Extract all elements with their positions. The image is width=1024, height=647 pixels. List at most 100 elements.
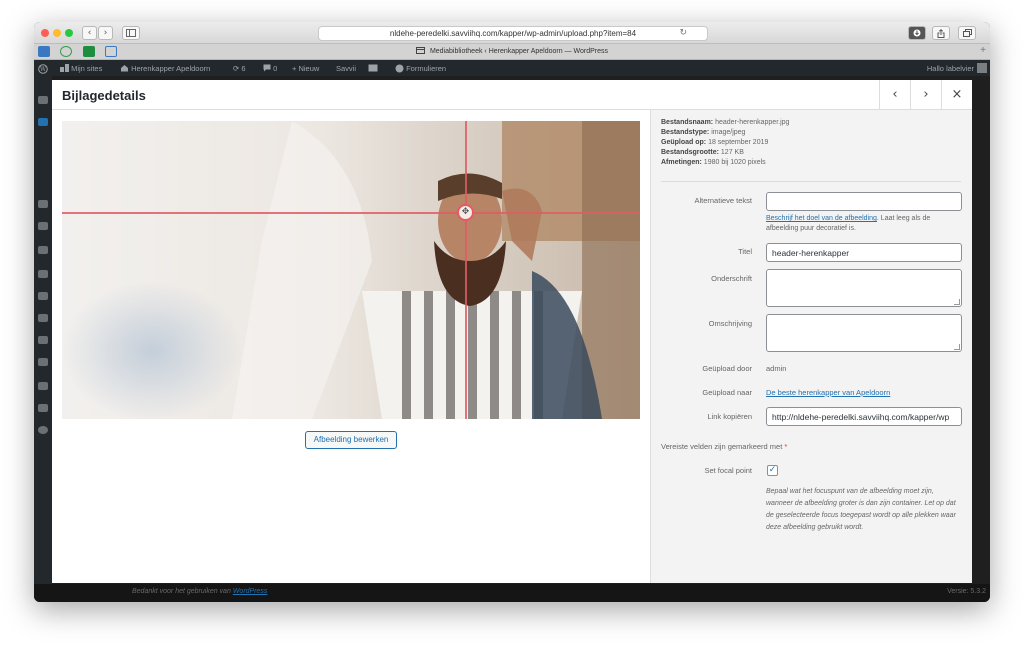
- focal-point-label: Set focal point: [704, 466, 752, 475]
- required-fields-note: Vereiste velden zijn gemarkeerd met *: [661, 442, 788, 451]
- description-field[interactable]: [766, 314, 962, 352]
- comment-icon: [263, 64, 271, 72]
- modal-header: Bijlagedetails ‹ › ×: [52, 80, 972, 110]
- new-tab-button[interactable]: +: [980, 45, 986, 56]
- svg-text:W: W: [40, 66, 47, 73]
- appearance-icon[interactable]: [38, 246, 48, 254]
- zoom-window-button[interactable]: [65, 29, 73, 37]
- minimize-window-button[interactable]: [53, 29, 61, 37]
- focal-point-handle[interactable]: ✥: [457, 204, 474, 221]
- sidebar-toggle-icon[interactable]: [122, 26, 140, 40]
- dashboard-icon[interactable]: [38, 96, 48, 104]
- required-star: *: [784, 442, 788, 451]
- caption-label: Onderschrift: [711, 274, 752, 283]
- focal-vertical-line: [465, 121, 467, 419]
- footer-version: Versie: 5.3.2: [947, 588, 986, 595]
- wordpress-logo-icon[interactable]: W: [38, 64, 48, 76]
- tab-bar: Mediabibliotheek ‹ Herenkapper Apeldoorn…: [34, 44, 990, 60]
- footer-wordpress-link[interactable]: WordPress: [233, 588, 268, 595]
- tab-favicon-icon: [415, 47, 425, 54]
- account-greeting[interactable]: Hallo labelvier: [927, 64, 974, 73]
- resize-grip-icon[interactable]: [954, 299, 960, 305]
- copy-link-field[interactable]: http://nldehe-peredelki.savviihq.com/kap…: [766, 407, 962, 426]
- uploaded-to-link[interactable]: De beste herenkapper van Apeldoorn: [766, 388, 890, 397]
- filetype-row: Bestandstype: image/jpeg: [661, 129, 746, 136]
- forms-label: Formulieren: [406, 64, 447, 73]
- modal-title: Bijlagedetails: [62, 88, 146, 103]
- back-button[interactable]: ‹: [82, 26, 97, 40]
- pages-icon[interactable]: [38, 200, 48, 208]
- forward-button[interactable]: ›: [98, 26, 113, 40]
- resize-grip-icon[interactable]: [954, 344, 960, 350]
- updates-link[interactable]: ⟳ 6: [233, 64, 246, 73]
- focal-point-description: Bepaal wat het focuspunt van de afbeeldi…: [766, 488, 956, 531]
- wp-footer: Bedankt voor het gebruiken van WordPress…: [34, 584, 990, 602]
- sites-icon: [60, 64, 69, 72]
- media-icon[interactable]: [38, 118, 48, 126]
- address-bar[interactable]: nldehe-peredelki.savviihq.com/kapper/wp-…: [318, 26, 708, 41]
- grid-icon[interactable]: [38, 358, 48, 366]
- alt-text-help: Beschrijf het doel van de afbeelding. La…: [766, 215, 931, 232]
- share-icon[interactable]: [932, 26, 950, 40]
- filename-row: Bestandsnaam: header-herenkapper.jpg: [661, 119, 790, 126]
- attachment-image[interactable]: ✥: [62, 121, 640, 419]
- uploaded-by-label: Geüpload door: [702, 364, 752, 373]
- next-attachment-button[interactable]: ›: [910, 80, 941, 110]
- collapse-menu-icon[interactable]: [38, 426, 48, 434]
- uploaded-to-label: Geüpload naar: [702, 388, 752, 397]
- active-tab[interactable]: Mediabibliotheek ‹ Herenkapper Apeldoorn…: [34, 47, 990, 55]
- forms-link[interactable]: Formulieren: [395, 64, 446, 73]
- tabs-overview-icon[interactable]: [958, 26, 976, 40]
- site-name-label: Herenkapper Apeldoorn: [131, 64, 211, 73]
- users-icon[interactable]: [38, 292, 48, 300]
- updates-count: 6: [241, 64, 246, 73]
- tab-title: Mediabibliotheek ‹ Herenkapper Apeldoorn…: [429, 48, 609, 55]
- url-text: nldehe-peredelki.savviihq.com/kapper/wp-…: [389, 29, 637, 38]
- forms-menu-icon[interactable]: [38, 382, 48, 390]
- comments-link[interactable]: 0: [263, 64, 277, 73]
- divider: [661, 181, 961, 182]
- download-icon[interactable]: [908, 26, 926, 40]
- settings-icon[interactable]: [38, 336, 48, 344]
- new-content-link[interactable]: + Nieuw: [292, 64, 319, 73]
- alt-text-help-link[interactable]: Beschrijf het doel van de afbeelding: [766, 215, 877, 222]
- browser-titlebar: ‹ › nldehe-peredelki.savviihq.com/kapper…: [34, 22, 990, 44]
- video-icon[interactable]: [38, 404, 48, 412]
- my-sites-label: Mijn sites: [71, 64, 103, 73]
- comments-menu-icon[interactable]: [38, 222, 48, 230]
- previous-attachment-button[interactable]: ‹: [879, 80, 910, 110]
- wp-admin-bar: W Mijn sites Herenkapper Apeldoorn ⟳ 6 0…: [34, 60, 990, 76]
- alt-text-label: Alternatieve tekst: [694, 196, 752, 205]
- reload-icon[interactable]: ↻: [679, 27, 687, 40]
- cache-icon[interactable]: [368, 64, 378, 74]
- home-icon: [121, 65, 128, 72]
- focal-horizontal-line: [62, 212, 640, 214]
- description-label: Omschrijving: [708, 319, 752, 328]
- uploaded-by-value: admin: [766, 364, 787, 373]
- close-window-button[interactable]: [41, 29, 49, 37]
- close-modal-button[interactable]: ×: [941, 80, 972, 110]
- savvii-link[interactable]: Savvii: [336, 64, 356, 73]
- plugins-icon[interactable]: [38, 270, 48, 278]
- attachment-details-panel: Bestandsnaam: header-herenkapper.jpg Bes…: [650, 110, 972, 583]
- copy-link-label: Link kopiëren: [707, 412, 752, 421]
- barber-photo: [62, 121, 640, 419]
- forms-icon: [395, 64, 404, 73]
- title-field[interactable]: header-herenkapper: [766, 243, 962, 262]
- filesize-row: Bestandsgrootte: 127 KB: [661, 149, 744, 156]
- my-sites-link[interactable]: Mijn sites: [60, 64, 102, 73]
- focal-point-checkbox[interactable]: ✓: [767, 465, 778, 476]
- site-name-link[interactable]: Herenkapper Apeldoorn: [120, 64, 210, 73]
- tools-icon[interactable]: [38, 314, 48, 322]
- avatar[interactable]: [977, 63, 987, 73]
- title-label: Titel: [738, 247, 752, 256]
- footer-thanks: Bedankt voor het gebruiken van WordPress: [132, 588, 268, 595]
- caption-field[interactable]: [766, 269, 962, 307]
- edit-image-button[interactable]: Afbeelding bewerken: [305, 431, 397, 449]
- media-preview-area: ✥ Afbeelding bewerken: [52, 110, 650, 583]
- uploaded-on-row: Geüpload op: 18 september 2019: [661, 139, 769, 146]
- alt-text-field[interactable]: [766, 192, 962, 211]
- updates-icon: ⟳: [233, 64, 240, 73]
- attachment-details-modal: Bijlagedetails ‹ › × ✥ Afbeelding bewerk…: [52, 80, 972, 583]
- admin-sidebar: [34, 76, 52, 602]
